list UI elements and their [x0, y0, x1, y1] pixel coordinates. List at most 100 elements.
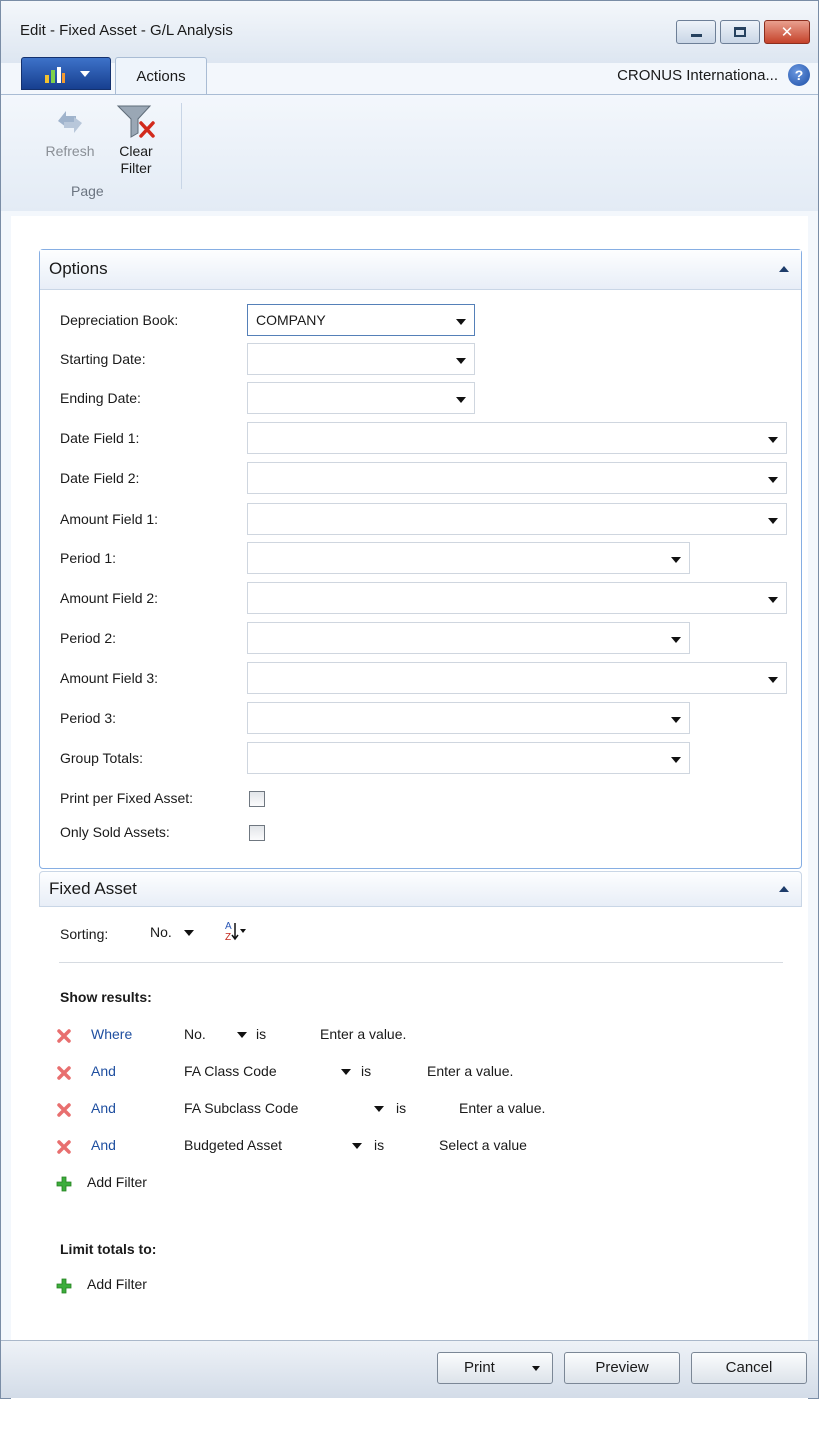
- minimize-button[interactable]: [676, 20, 716, 44]
- only-sold-assets-checkbox[interactable]: [249, 825, 265, 841]
- clear-filter-button[interactable]: Clear Filter: [107, 103, 165, 177]
- remove-filter-icon[interactable]: [56, 1028, 72, 1044]
- options-title: Options: [49, 259, 108, 278]
- options-header[interactable]: Options: [40, 250, 801, 290]
- period-1-label: Period 1:: [60, 550, 117, 566]
- amount-field-3-field[interactable]: [247, 662, 787, 694]
- chevron-down-icon[interactable]: [341, 1069, 351, 1075]
- chevron-down-icon: [768, 477, 778, 483]
- remove-filter-icon[interactable]: [56, 1065, 72, 1081]
- add-filter-link[interactable]: Add Filter: [87, 1174, 147, 1190]
- collapse-icon[interactable]: [779, 266, 789, 272]
- amount-field-2-label: Amount Field 2:: [60, 590, 159, 606]
- filter-conjunction: And: [91, 1137, 116, 1153]
- ending-date-field[interactable]: [247, 382, 475, 414]
- refresh-icon: [58, 111, 82, 133]
- chevron-down-icon: [456, 358, 466, 364]
- filter-value[interactable]: Enter a value.: [459, 1100, 545, 1116]
- options-fasttab: Options Depreciation Book: COMPANY Start…: [39, 249, 802, 869]
- print-label: Print: [464, 1359, 495, 1376]
- chevron-down-icon[interactable]: [237, 1032, 247, 1038]
- help-icon[interactable]: ?: [788, 64, 810, 86]
- sorting-label: Sorting:: [60, 926, 109, 942]
- remove-filter-icon[interactable]: [56, 1102, 72, 1118]
- period-1-field[interactable]: [247, 542, 690, 574]
- sorting-dropdown[interactable]: No.: [150, 924, 194, 940]
- chevron-down-icon: [671, 557, 681, 563]
- chevron-down-icon: [768, 677, 778, 683]
- filter-field: No.: [184, 1026, 206, 1042]
- tab-actions[interactable]: Actions: [115, 57, 207, 95]
- print-per-fixed-asset-label: Print per Fixed Asset:: [60, 790, 194, 806]
- period-2-field[interactable]: [247, 622, 690, 654]
- fixed-asset-title: Fixed Asset: [49, 879, 137, 898]
- limit-add-filter-link[interactable]: Add Filter: [87, 1276, 147, 1292]
- chevron-down-icon: [671, 637, 681, 643]
- starting-date-field[interactable]: [247, 343, 475, 375]
- period-3-field[interactable]: [247, 702, 690, 734]
- window-title: Edit - Fixed Asset - G/L Analysis: [20, 22, 233, 39]
- filter-value[interactable]: Enter a value.: [427, 1063, 513, 1079]
- cancel-button[interactable]: Cancel: [691, 1352, 807, 1384]
- date-field-2-field[interactable]: [247, 462, 787, 494]
- date-field-2-label: Date Field 2:: [60, 470, 140, 486]
- print-button[interactable]: Print: [437, 1352, 553, 1384]
- add-icon[interactable]: [56, 1278, 72, 1294]
- filter-value[interactable]: Select a value: [439, 1137, 527, 1153]
- window-controls: ✕: [676, 20, 810, 44]
- filter-operator: is: [374, 1137, 385, 1153]
- chevron-down-icon: [671, 757, 681, 763]
- chevron-down-icon[interactable]: [374, 1106, 384, 1112]
- sort-ascending-icon[interactable]: A Z: [223, 919, 247, 943]
- report-request-window: Edit - Fixed Asset - G/L Analysis ✕ Acti…: [0, 0, 819, 1446]
- collapse-icon[interactable]: [779, 886, 789, 892]
- chevron-down-icon: [183, 930, 194, 937]
- group-totals-field[interactable]: [247, 742, 690, 774]
- chevron-down-icon[interactable]: [532, 1366, 540, 1371]
- filter-field[interactable]: FA Subclass Code: [184, 1100, 298, 1116]
- filter-operator: is: [256, 1026, 267, 1042]
- maximize-button[interactable]: [720, 20, 760, 44]
- amount-field-2-field[interactable]: [247, 582, 787, 614]
- application-menu-button[interactable]: [21, 57, 111, 90]
- filter-field[interactable]: Budgeted Asset: [184, 1137, 282, 1153]
- fixed-asset-fasttab: Fixed Asset: [39, 871, 802, 907]
- chart-icon: [45, 67, 65, 83]
- date-field-1-label: Date Field 1:: [60, 430, 140, 446]
- filter-operator: is: [361, 1063, 372, 1079]
- chevron-down-icon: [671, 717, 681, 723]
- filter-conjunction: And: [91, 1100, 116, 1116]
- maximize-icon: [734, 27, 746, 37]
- add-icon[interactable]: [56, 1176, 72, 1192]
- chevron-down-icon: [80, 71, 90, 77]
- clear-filter-label-2: Filter: [120, 160, 152, 176]
- chevron-down-icon: [456, 319, 466, 325]
- filter-value[interactable]: Enter a value.: [320, 1026, 406, 1042]
- ribbon-group-label: Page: [71, 183, 104, 199]
- period-3-label: Period 3:: [60, 710, 117, 726]
- filter-operator: is: [396, 1100, 407, 1116]
- close-button[interactable]: ✕: [764, 20, 810, 44]
- amount-field-1-field[interactable]: [247, 503, 787, 535]
- print-per-fixed-asset-checkbox[interactable]: [249, 791, 265, 807]
- refresh-button[interactable]: Refresh: [35, 105, 105, 160]
- ribbon-separator: [181, 103, 182, 189]
- limit-totals-label: Limit totals to:: [60, 1241, 157, 1257]
- amount-field-1-label: Amount Field 1:: [60, 511, 159, 527]
- chevron-down-icon[interactable]: [352, 1143, 362, 1149]
- preview-button[interactable]: Preview: [564, 1352, 680, 1384]
- remove-filter-icon[interactable]: [56, 1139, 72, 1155]
- sorting-value: No.: [150, 924, 172, 940]
- only-sold-assets-label: Only Sold Assets:: [60, 824, 170, 840]
- svg-text:Z: Z: [225, 932, 231, 943]
- depreciation-book-field[interactable]: COMPANY: [247, 304, 475, 336]
- filter-field-dropdown[interactable]: No.: [184, 1026, 206, 1042]
- ending-date-label: Ending Date:: [60, 390, 141, 406]
- close-icon: ✕: [780, 22, 794, 41]
- date-field-1-field[interactable]: [247, 422, 787, 454]
- clear-filter-label-1: Clear: [119, 143, 153, 159]
- fixed-asset-header[interactable]: Fixed Asset: [39, 871, 802, 907]
- minimize-icon: [690, 33, 702, 37]
- filter-field[interactable]: FA Class Code: [184, 1063, 277, 1079]
- amount-field-3-label: Amount Field 3:: [60, 670, 159, 686]
